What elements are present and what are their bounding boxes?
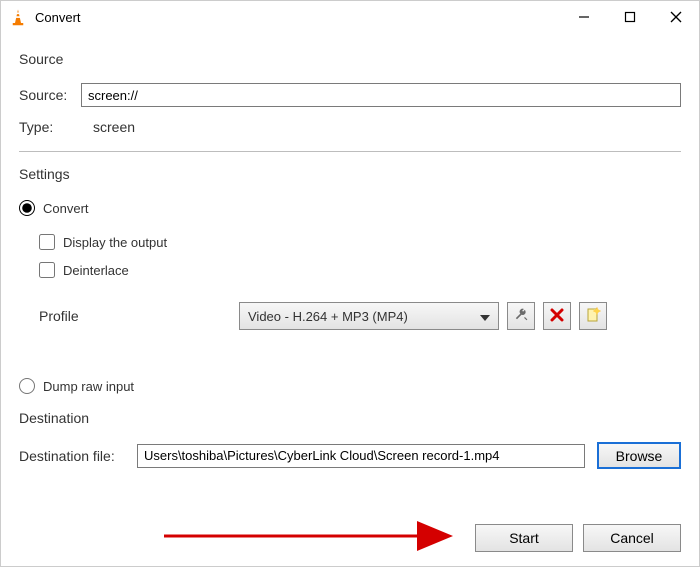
minimize-button[interactable] — [561, 1, 607, 33]
convert-radio[interactable] — [19, 200, 35, 216]
destination-section-label: Destination — [19, 410, 681, 426]
dump-raw-radio[interactable] — [19, 378, 35, 394]
annotation-arrow — [19, 524, 465, 552]
convert-dialog: Convert Source Source: Type: screen Sett… — [0, 0, 700, 567]
wrench-icon — [513, 307, 529, 326]
profile-selected-value: Video - H.264 + MP3 (MP4) — [248, 309, 408, 324]
browse-button[interactable]: Browse — [597, 442, 681, 469]
deinterlace-checkbox[interactable] — [39, 262, 55, 278]
new-profile-button[interactable] — [579, 302, 607, 330]
start-button[interactable]: Start — [475, 524, 573, 552]
profile-dropdown[interactable]: Video - H.264 + MP3 (MP4) — [239, 302, 499, 330]
convert-radio-label: Convert — [43, 201, 89, 216]
window-title: Convert — [35, 10, 81, 25]
delete-profile-button[interactable] — [543, 302, 571, 330]
cancel-button[interactable]: Cancel — [583, 524, 681, 552]
type-value: screen — [93, 119, 135, 135]
maximize-button[interactable] — [607, 1, 653, 33]
profile-label: Profile — [39, 308, 239, 324]
type-label: Type: — [19, 119, 81, 135]
vlc-cone-icon — [9, 8, 27, 26]
divider — [19, 151, 681, 152]
deinterlace-label: Deinterlace — [63, 263, 129, 278]
destination-file-label: Destination file: — [19, 448, 137, 464]
titlebar: Convert — [1, 1, 699, 33]
dump-raw-label: Dump raw input — [43, 379, 134, 394]
source-section-label: Source — [19, 51, 681, 67]
close-button[interactable] — [653, 1, 699, 33]
settings-section-label: Settings — [19, 166, 681, 182]
destination-file-input[interactable] — [137, 444, 585, 468]
new-file-icon — [585, 307, 601, 326]
display-output-checkbox[interactable] — [39, 234, 55, 250]
source-input[interactable] — [81, 83, 681, 107]
display-output-label: Display the output — [63, 235, 167, 250]
x-delete-icon — [550, 308, 564, 325]
edit-profile-button[interactable] — [507, 302, 535, 330]
chevron-down-icon — [480, 309, 490, 324]
source-label: Source: — [19, 87, 81, 103]
